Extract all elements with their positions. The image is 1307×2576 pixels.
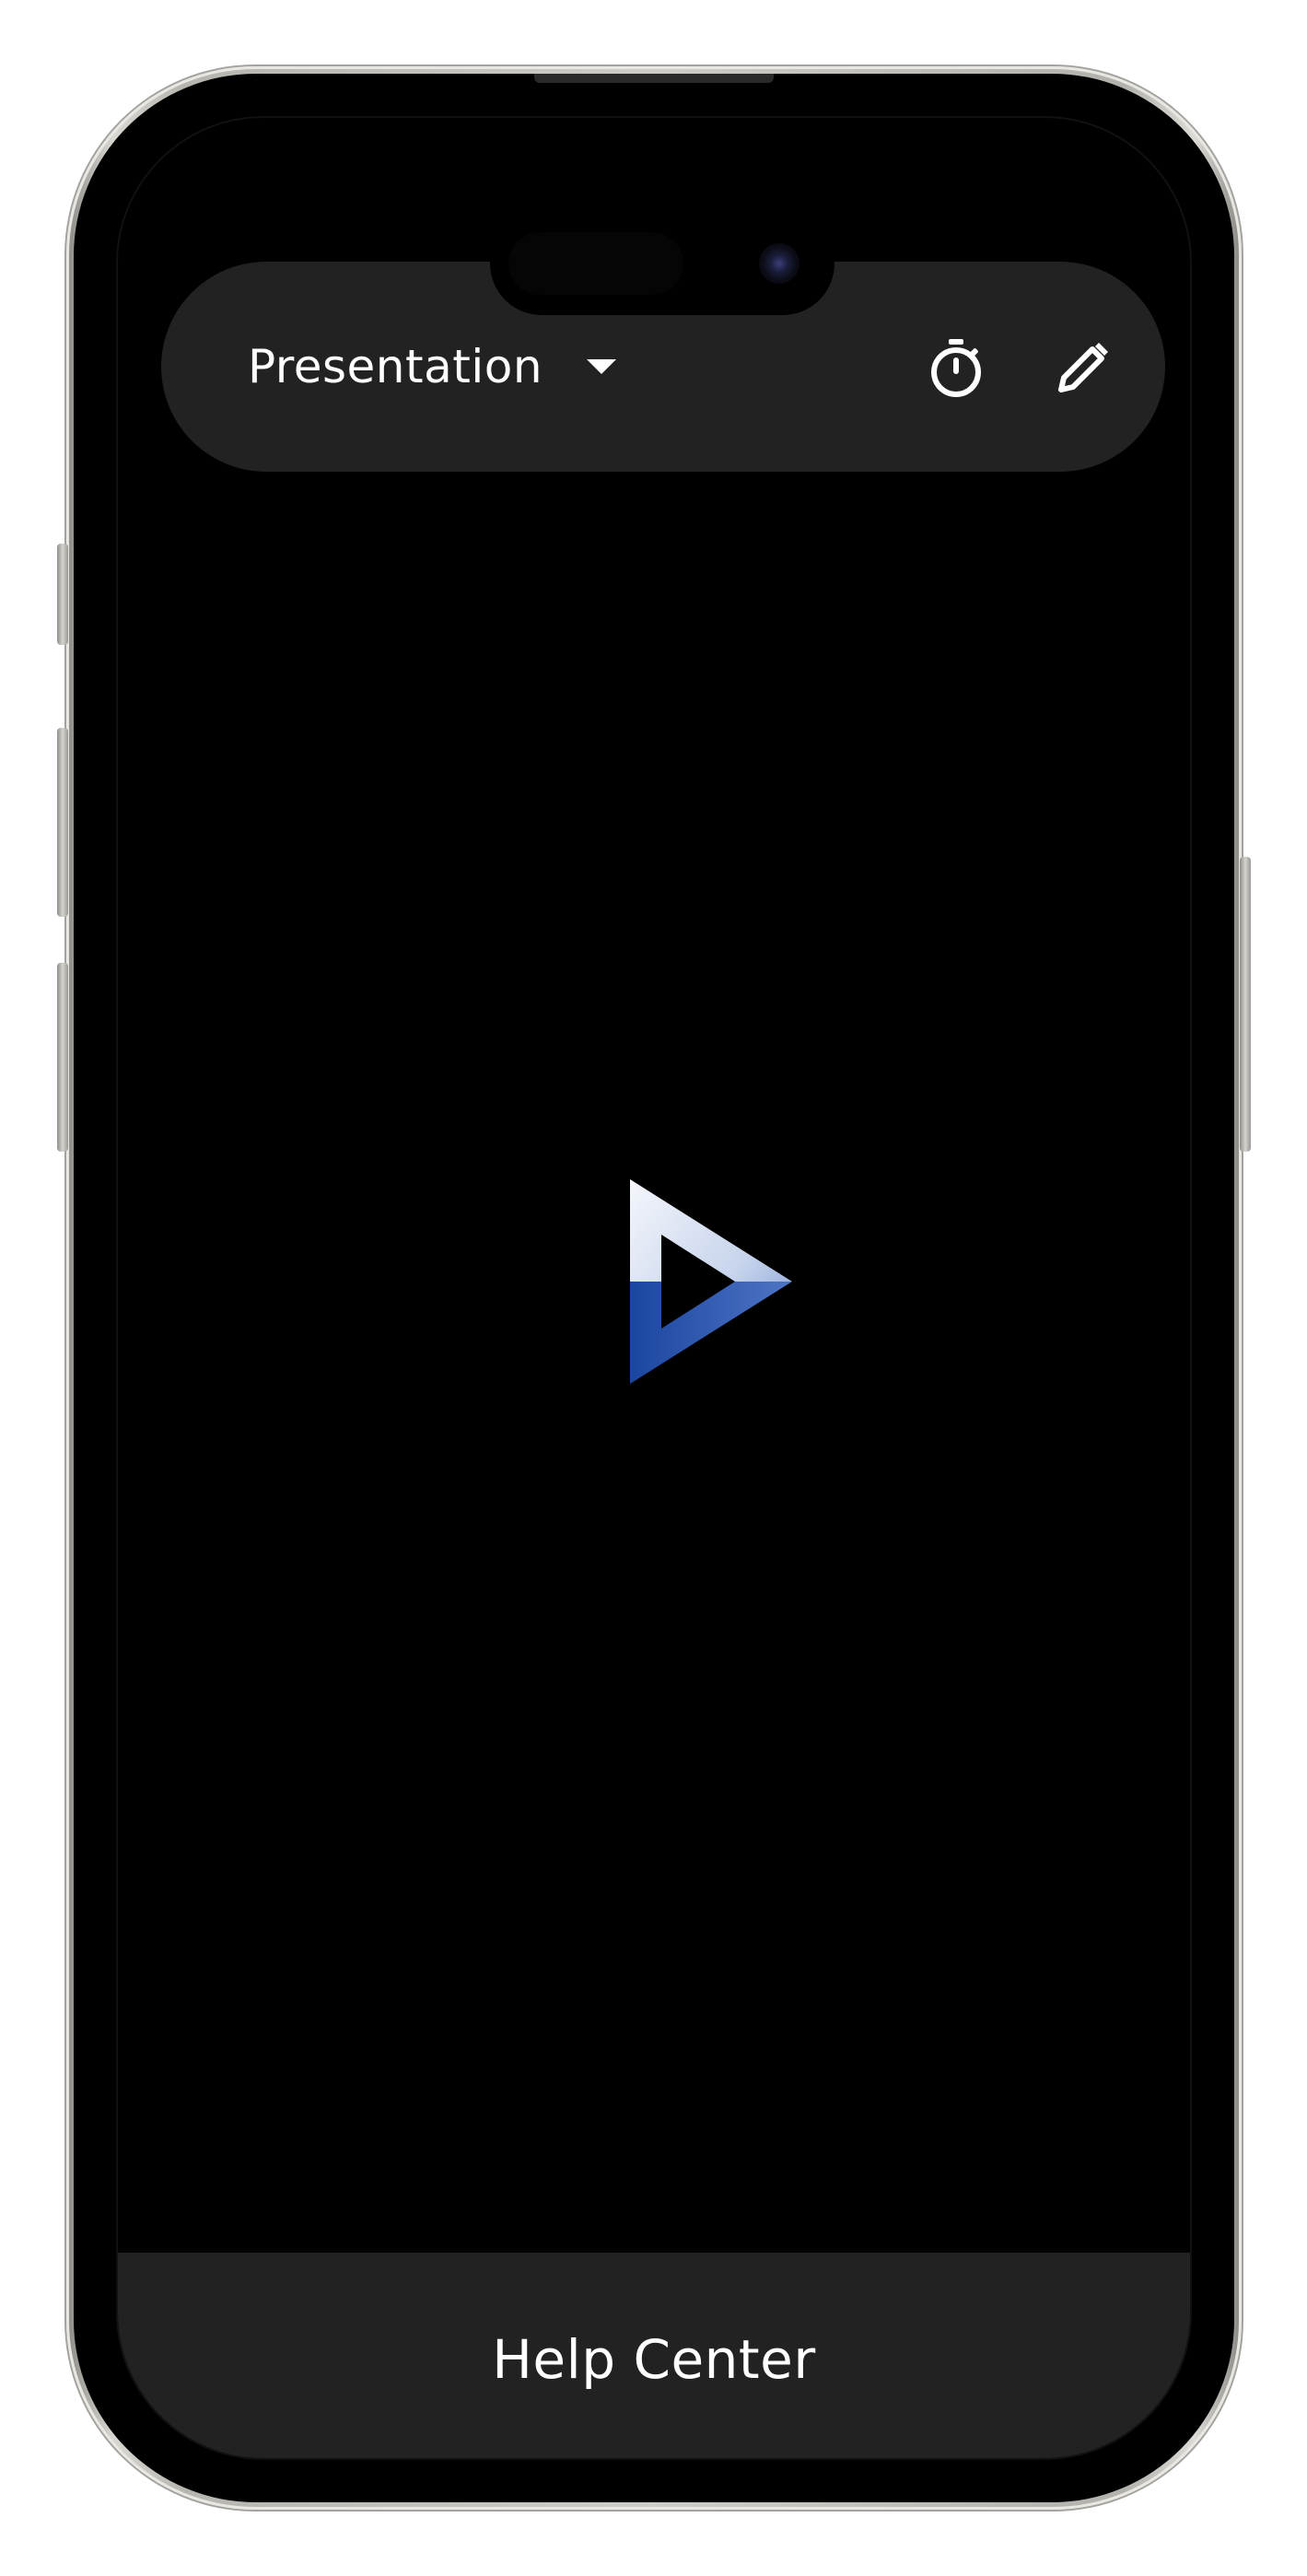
mode-dropdown[interactable]: Presentation xyxy=(248,334,617,400)
caret-down-icon xyxy=(587,359,617,374)
play-triangle-logo xyxy=(630,1179,792,1384)
speaker-grille xyxy=(534,74,774,83)
phone-frame: Presentation Help Center xyxy=(66,66,1242,2510)
volume-down-button xyxy=(57,963,68,1152)
volume-up-button xyxy=(57,728,68,917)
mode-label: Presentation xyxy=(248,340,543,393)
help-center-button[interactable]: Help Center xyxy=(118,2253,1190,2458)
edit-button[interactable] xyxy=(1051,335,1115,400)
stopwatch-icon xyxy=(931,339,981,397)
app-screen: Presentation Help Center xyxy=(118,118,1190,2458)
timer-button[interactable] xyxy=(924,335,988,400)
help-center-label: Help Center xyxy=(492,2328,816,2391)
island-sensor-area xyxy=(508,232,683,295)
power-button xyxy=(1240,857,1251,1152)
action-button xyxy=(57,544,68,645)
front-camera-icon xyxy=(759,243,799,284)
dynamic-island xyxy=(490,212,834,315)
phone-bezel: Presentation Help Center xyxy=(74,74,1234,2502)
pencil-icon xyxy=(1058,343,1108,392)
